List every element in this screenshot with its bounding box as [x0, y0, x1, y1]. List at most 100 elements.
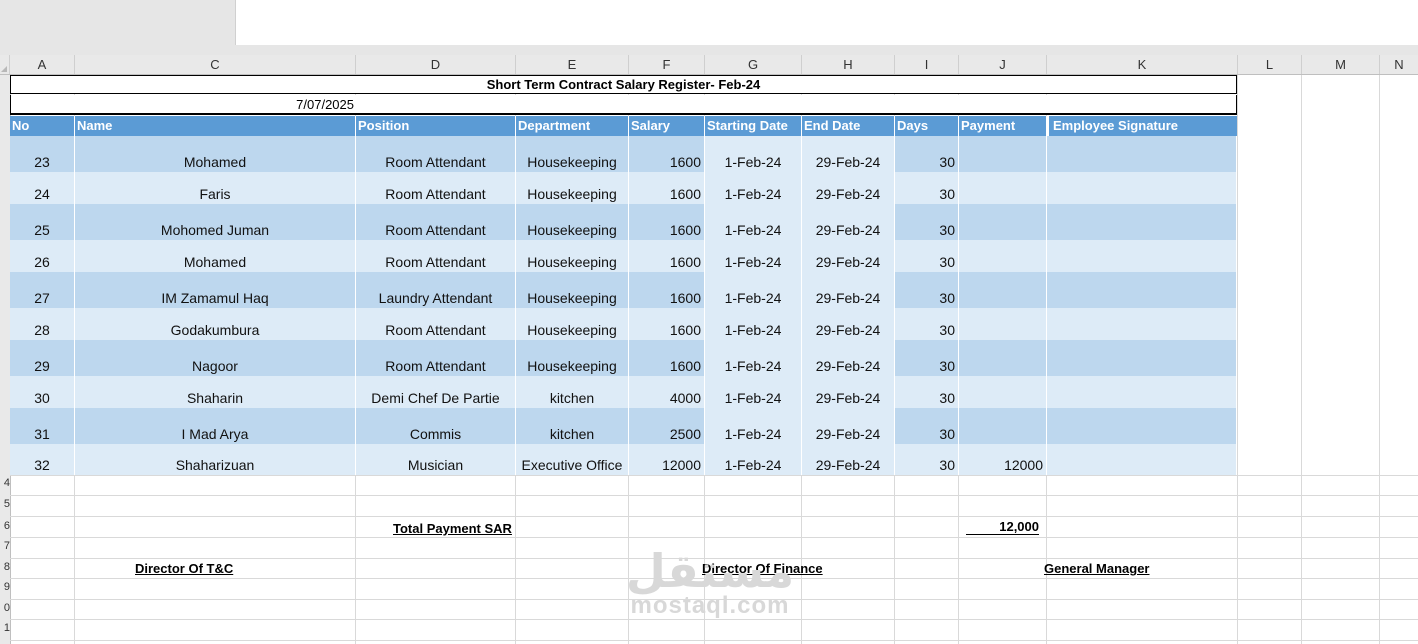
cell-days[interactable]: 30 [895, 444, 959, 475]
cell-position[interactable]: Room Attendant [356, 308, 516, 340]
cell-salary[interactable]: 1600 [629, 240, 705, 272]
cell-name[interactable]: Shaharin [75, 376, 356, 408]
row-header[interactable]: 9 [0, 581, 10, 593]
cell-days[interactable]: 30 [895, 272, 959, 308]
cell-end-date[interactable]: 29-Feb-24 [802, 240, 895, 272]
cell-employee-signature[interactable] [1047, 172, 1237, 204]
cell-name[interactable]: I Mad Arya [75, 408, 356, 444]
cell-starting-date[interactable]: 1-Feb-24 [705, 308, 802, 340]
cell-position[interactable]: Commis [356, 408, 516, 444]
cell-payment[interactable] [959, 204, 1047, 240]
total-payment-label[interactable]: Total Payment SAR [393, 521, 512, 536]
cell-no[interactable]: 26 [10, 240, 75, 272]
cell-starting-date[interactable]: 1-Feb-24 [705, 240, 802, 272]
cell-name[interactable]: Mohomed Juman [75, 204, 356, 240]
header-name[interactable]: Name [75, 116, 356, 136]
cell-employee-signature[interactable] [1047, 272, 1237, 308]
cell-end-date[interactable]: 29-Feb-24 [802, 308, 895, 340]
header-days[interactable]: Days [895, 116, 959, 136]
cell-salary[interactable]: 2500 [629, 408, 705, 444]
cell-days[interactable]: 30 [895, 408, 959, 444]
row-header[interactable]: 4 [0, 477, 10, 489]
cell-starting-date[interactable]: 1-Feb-24 [705, 136, 802, 172]
cell-department[interactable]: kitchen [516, 408, 629, 444]
cell-no[interactable]: 27 [10, 272, 75, 308]
cell-days[interactable]: 30 [895, 376, 959, 408]
cell-end-date[interactable]: 29-Feb-24 [802, 444, 895, 475]
worksheet-grid[interactable]: Short Term Contract Salary Register- Feb… [10, 75, 1418, 644]
cell-salary[interactable]: 12000 [629, 444, 705, 475]
cell-name[interactable]: Mohamed [75, 136, 356, 172]
cell-name[interactable]: Nagoor [75, 340, 356, 376]
cell-payment[interactable] [959, 308, 1047, 340]
cell-end-date[interactable]: 29-Feb-24 [802, 172, 895, 204]
cell-department[interactable]: Housekeeping [516, 240, 629, 272]
cell-employee-signature[interactable] [1047, 444, 1237, 475]
row-header[interactable]: 7 [0, 540, 10, 552]
signature-director-tc[interactable]: Director Of T&C [135, 561, 233, 576]
header-payment[interactable]: Payment [959, 116, 1047, 136]
header-no[interactable]: No [10, 116, 75, 136]
cell-name[interactable]: Faris [75, 172, 356, 204]
cell-department[interactable]: kitchen [516, 376, 629, 408]
header-salary[interactable]: Salary [629, 116, 705, 136]
cell-position[interactable]: Laundry Attendant [356, 272, 516, 308]
column-header-d[interactable]: D [356, 55, 516, 74]
cell-end-date[interactable]: 29-Feb-24 [802, 204, 895, 240]
header-department[interactable]: Department [516, 116, 629, 136]
header-end-date[interactable]: End Date [802, 116, 895, 136]
cell-no[interactable]: 24 [10, 172, 75, 204]
cell-end-date[interactable]: 29-Feb-24 [802, 136, 895, 172]
cell-days[interactable]: 30 [895, 172, 959, 204]
cell-position[interactable]: Musician [356, 444, 516, 475]
signature-general-manager[interactable]: General Manager [1044, 561, 1150, 576]
cell-department[interactable]: Housekeeping [516, 340, 629, 376]
column-header-a[interactable]: A [10, 55, 75, 74]
cell-no[interactable]: 30 [10, 376, 75, 408]
cell-days[interactable]: 30 [895, 136, 959, 172]
cell-starting-date[interactable]: 1-Feb-24 [705, 376, 802, 408]
cell-salary[interactable]: 1600 [629, 172, 705, 204]
cell-position[interactable]: Room Attendant [356, 240, 516, 272]
cell-department[interactable]: Housekeeping [516, 308, 629, 340]
cell-salary[interactable]: 4000 [629, 376, 705, 408]
row-header[interactable]: 1 [0, 622, 10, 634]
column-header-j[interactable]: J [959, 55, 1047, 74]
cell-no[interactable]: 23 [10, 136, 75, 172]
header-employee-signature[interactable]: Employee Signature [1047, 116, 1237, 136]
column-header-g[interactable]: G [705, 55, 802, 74]
cell-payment[interactable] [959, 376, 1047, 408]
cell-name[interactable]: Shaharizuan [75, 444, 356, 475]
cell-no[interactable]: 25 [10, 204, 75, 240]
cell-days[interactable]: 30 [895, 340, 959, 376]
cell-department[interactable]: Executive Office [516, 444, 629, 475]
cell-end-date[interactable]: 29-Feb-24 [802, 272, 895, 308]
cell-salary[interactable]: 1600 [629, 340, 705, 376]
cell-employee-signature[interactable] [1047, 240, 1237, 272]
select-all-corner[interactable] [0, 55, 10, 74]
cell-no[interactable]: 32 [10, 444, 75, 475]
cell-position[interactable]: Demi Chef De Partie [356, 376, 516, 408]
cell-payment[interactable] [959, 408, 1047, 444]
cell-payment[interactable] [959, 136, 1047, 172]
cell-payment[interactable] [959, 340, 1047, 376]
row-header[interactable]: 0 [0, 602, 10, 614]
cell-starting-date[interactable]: 1-Feb-24 [705, 444, 802, 475]
cell-starting-date[interactable]: 1-Feb-24 [705, 172, 802, 204]
cell-starting-date[interactable]: 1-Feb-24 [705, 408, 802, 444]
cell-no[interactable]: 29 [10, 340, 75, 376]
cell-starting-date[interactable]: 1-Feb-24 [705, 204, 802, 240]
cell-starting-date[interactable]: 1-Feb-24 [705, 272, 802, 308]
column-header-i[interactable]: I [895, 55, 959, 74]
signature-director-finance[interactable]: Director Of Finance [702, 561, 823, 576]
cell-starting-date[interactable]: 1-Feb-24 [705, 340, 802, 376]
column-header-l[interactable]: L [1238, 55, 1302, 74]
cell-salary[interactable]: 1600 [629, 272, 705, 308]
column-header-n[interactable]: N [1380, 55, 1418, 74]
row-header[interactable]: 6 [0, 520, 10, 532]
cell-payment[interactable] [959, 272, 1047, 308]
cell-name[interactable]: Mohamed [75, 240, 356, 272]
cell-position[interactable]: Room Attendant [356, 172, 516, 204]
cell-end-date[interactable]: 29-Feb-24 [802, 340, 895, 376]
name-box[interactable] [0, 0, 236, 45]
